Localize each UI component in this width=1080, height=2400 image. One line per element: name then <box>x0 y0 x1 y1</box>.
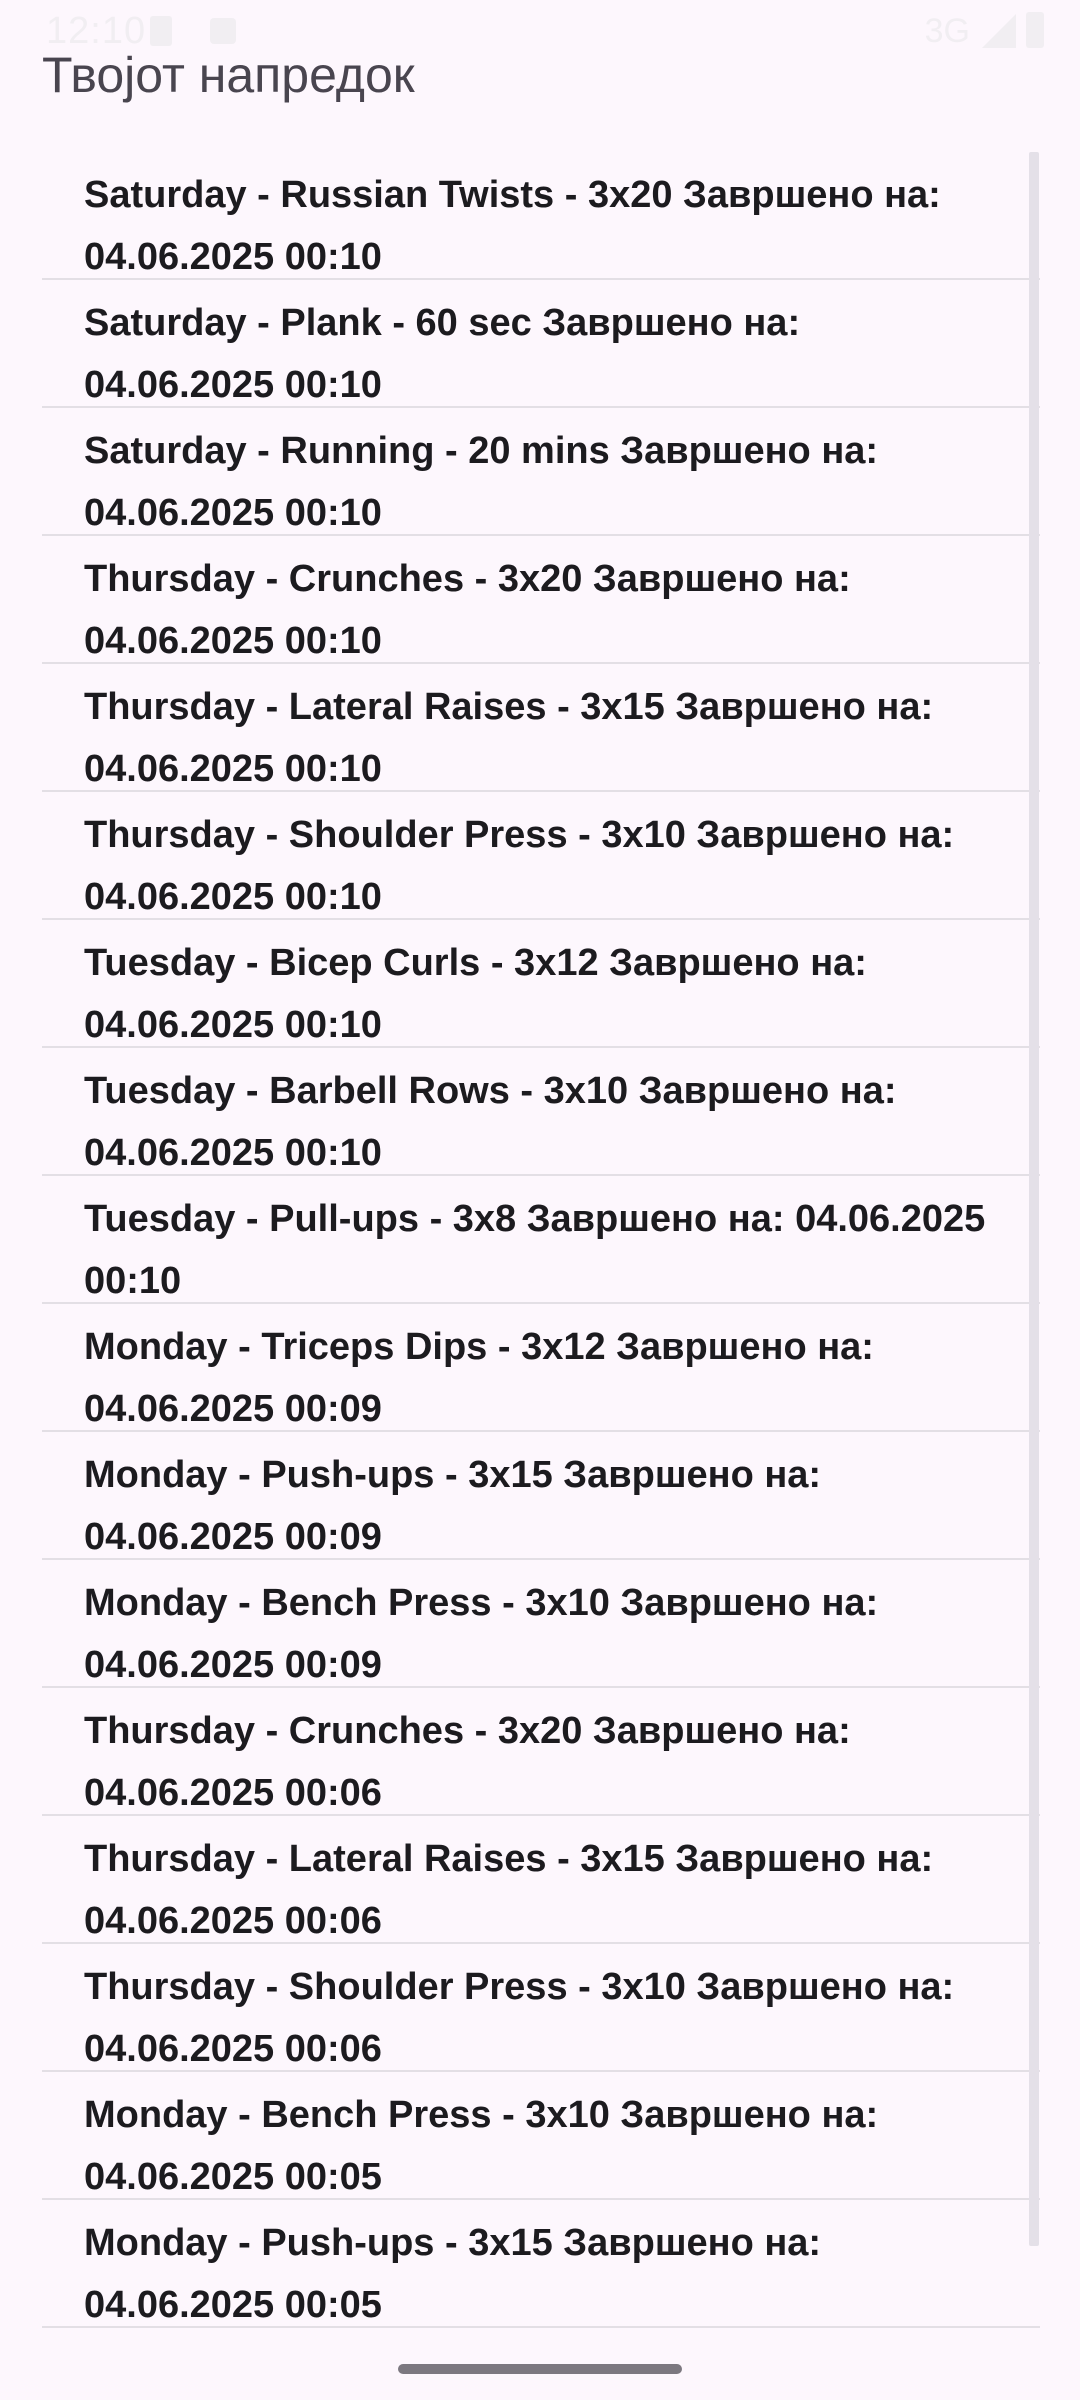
list-item[interactable]: Tuesday - Barbell Rows - 3x10 Завршено н… <box>42 1048 1040 1176</box>
list-item[interactable]: Thursday - Shoulder Press - 3x10 Завршен… <box>42 1944 1040 2072</box>
list-item-label: Thursday - Crunches - 3x20 Завршено на: … <box>84 558 851 662</box>
list-item-label: Tuesday - Bicep Curls - 3x12 Завршено на… <box>84 942 867 1046</box>
list-item[interactable]: Thursday - Shoulder Press - 3x10 Завршен… <box>42 792 1040 920</box>
page-title: Твојот напредок <box>42 47 415 103</box>
gesture-nav-handle[interactable] <box>398 2364 682 2374</box>
list-item[interactable]: Tuesday - Pull-ups - 3x8 Завршено на: 04… <box>42 1176 1040 1304</box>
list-item[interactable]: Saturday - Running - 20 mins Завршено на… <box>42 408 1040 536</box>
list-item-label: Tuesday - Barbell Rows - 3x10 Завршено н… <box>84 1070 897 1174</box>
list-item-label: Monday - Triceps Dips - 3x12 Завршено на… <box>84 1326 874 1430</box>
list-item[interactable]: Thursday - Lateral Raises - 3x15 Завршен… <box>42 664 1040 792</box>
signal-icon <box>982 14 1016 48</box>
list-item-label: Thursday - Shoulder Press - 3x10 Завршен… <box>84 814 955 918</box>
progress-list[interactable]: Saturday - Russian Twists - 3x20 Завршен… <box>42 152 1040 2346</box>
list-item[interactable]: Thursday - Crunches - 3x20 Завршено на: … <box>42 1688 1040 1816</box>
list-item-label: Saturday - Plank - 60 sec Завршено на: 0… <box>84 302 801 406</box>
list-item-label: Tuesday - Pull-ups - 3x8 Завршено на: 04… <box>84 1198 986 1302</box>
list-item[interactable]: Saturday - Russian Twists - 3x20 Завршен… <box>42 152 1040 280</box>
list-item[interactable]: Saturday - Plank - 60 sec Завршено на: 0… <box>42 280 1040 408</box>
list-item[interactable]: Monday - Bench Press - 3x10 Завршено на:… <box>42 1560 1040 1688</box>
list-item-label: Saturday - Running - 20 mins Завршено на… <box>84 430 879 534</box>
list-item-label: Monday - Push-ups - 3x15 Завршено на: 04… <box>84 1454 822 1558</box>
list-item-label: Monday - Bench Press - 3x10 Завршено на:… <box>84 1582 879 1686</box>
battery-icon <box>1026 12 1044 48</box>
list-item-label: Thursday - Lateral Raises - 3x15 Завршен… <box>84 1838 934 1942</box>
list-item-label: Thursday - Shoulder Press - 3x10 Завршен… <box>84 1966 955 2070</box>
list-item[interactable]: Monday - Triceps Dips - 3x12 Завршено на… <box>42 1304 1040 1432</box>
sim-card-icon <box>150 16 172 46</box>
network-type: 3G <box>924 12 970 50</box>
list-item-label: Thursday - Lateral Raises - 3x15 Завршен… <box>84 686 934 790</box>
list-item[interactable]: Tuesday - Bicep Curls - 3x12 Завршено на… <box>42 920 1040 1048</box>
list-item-label: Saturday - Russian Twists - 3x20 Завршен… <box>84 174 941 278</box>
notification-icon <box>210 18 236 44</box>
list-item[interactable]: Monday - Bench Press - 3x10 Завршено на:… <box>42 2072 1040 2200</box>
list-item-label: Thursday - Crunches - 3x20 Завршено на: … <box>84 1710 851 1814</box>
list-item[interactable]: Monday - Push-ups - 3x15 Завршено на: 04… <box>42 1432 1040 1560</box>
list-item[interactable]: Thursday - Lateral Raises - 3x15 Завршен… <box>42 1816 1040 1944</box>
list-item[interactable]: Thursday - Crunches - 3x20 Завршено на: … <box>42 536 1040 664</box>
list-item[interactable]: Monday - Push-ups - 3x15 Завршено на: 04… <box>42 2200 1040 2328</box>
list-item-label: Monday - Push-ups - 3x15 Завршено на: 04… <box>84 2222 822 2326</box>
list-item-label: Monday - Bench Press - 3x10 Завршено на:… <box>84 2094 879 2198</box>
scrollbar[interactable] <box>1029 152 1039 2246</box>
